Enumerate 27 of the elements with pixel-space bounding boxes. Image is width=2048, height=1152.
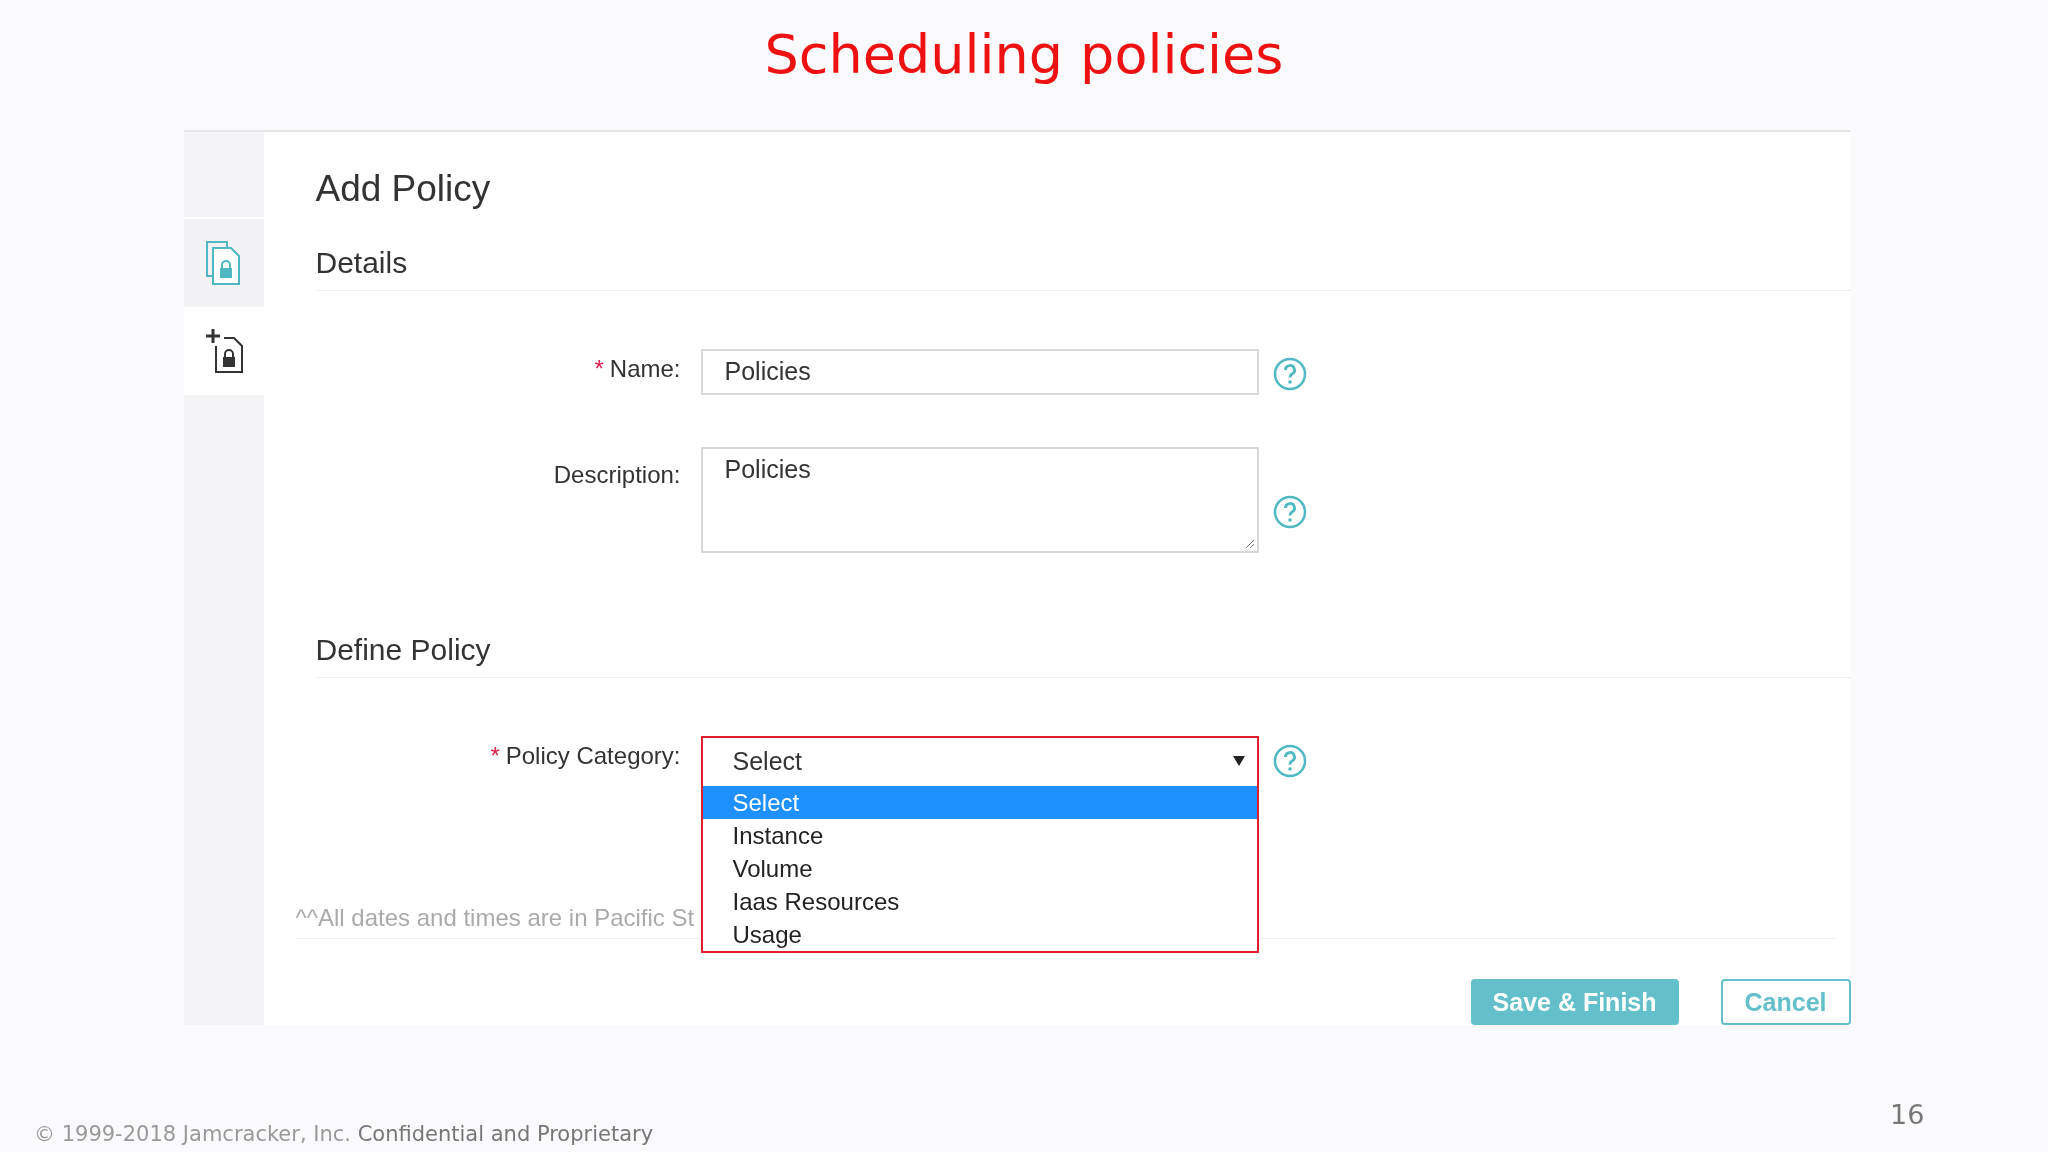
- section-heading: Define Policy: [315, 615, 1851, 678]
- form-title: Add Policy: [315, 168, 492, 211]
- description-field[interactable]: Policies: [700, 447, 1259, 553]
- required-mark: *: [594, 355, 604, 382]
- page-number: 16: [1890, 1099, 1925, 1130]
- section-heading: Details: [315, 228, 1851, 291]
- copyright: © 1999-2018 Jamcracker, Inc.: [34, 1122, 351, 1146]
- sidebar-item[interactable]: [183, 307, 264, 395]
- dropdown-arrow-icon: [1232, 756, 1245, 766]
- dropdown-option[interactable]: Instance: [702, 819, 1257, 852]
- help-icon[interactable]: [1272, 744, 1307, 778]
- field-label: Policy Category:: [505, 742, 681, 769]
- footnote: ^^All dates and times are in Pacific St: [295, 904, 695, 932]
- add-locked-document-icon: [203, 328, 244, 374]
- category-select[interactable]: Select: [700, 736, 1259, 786]
- required-mark: *: [490, 742, 500, 769]
- dropdown-option[interactable]: Volume: [702, 852, 1257, 885]
- field-label: Name:: [609, 355, 681, 382]
- name-field[interactable]: Policies: [700, 349, 1259, 395]
- help-icon[interactable]: [1272, 357, 1307, 391]
- dropdown-option[interactable]: Iaas Resources: [702, 885, 1257, 918]
- dropdown-option[interactable]: Usage: [702, 918, 1257, 951]
- field-label: Description:: [553, 461, 681, 488]
- help-icon[interactable]: [1272, 495, 1307, 529]
- confidential-notice: Confidential and Proprietary: [357, 1122, 654, 1146]
- locked-documents-icon: [204, 240, 243, 286]
- slide-title: Scheduling policies: [764, 22, 1284, 88]
